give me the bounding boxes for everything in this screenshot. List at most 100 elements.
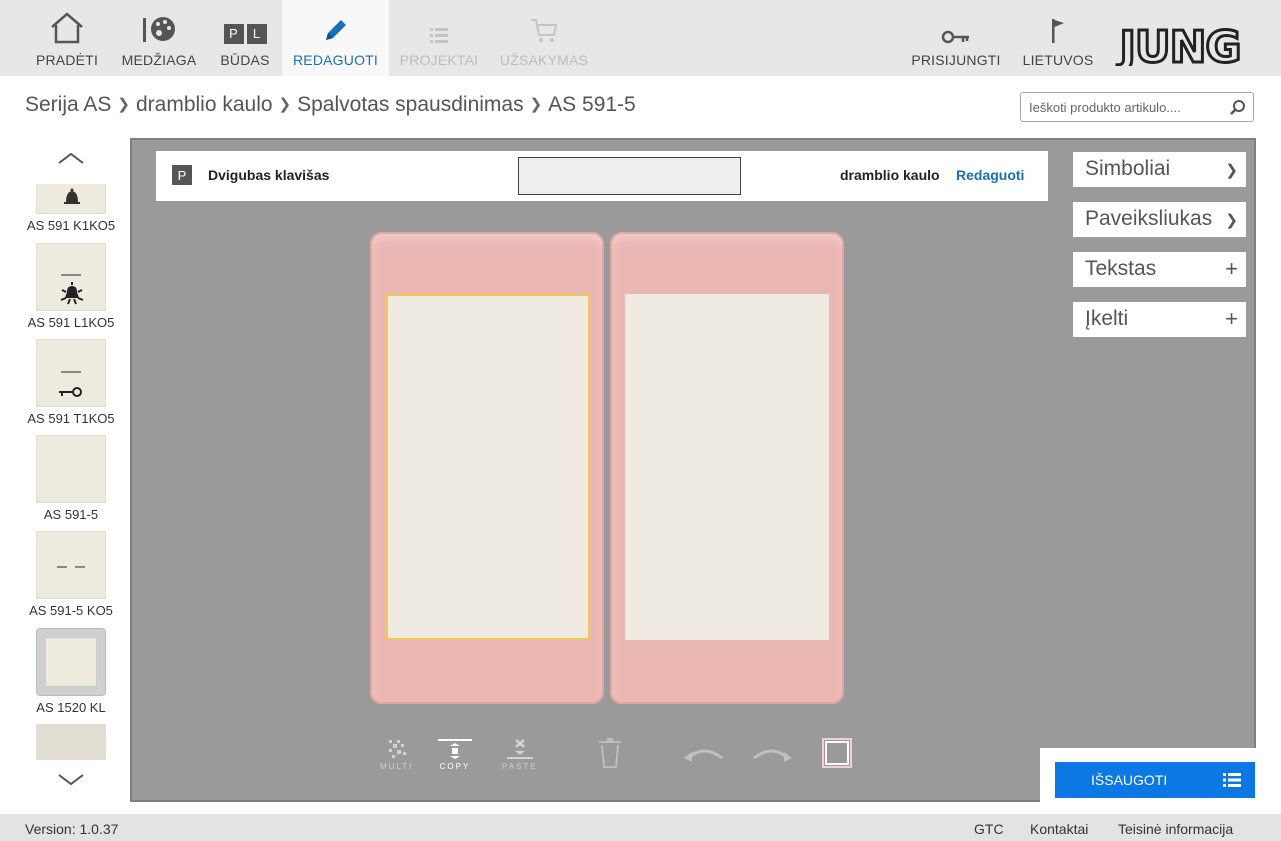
chevron-right-icon: ❯ bbox=[1225, 212, 1238, 229]
save-label: IŠSAUGOTI bbox=[1091, 772, 1168, 788]
footer-link-legal[interactable]: Teisinė informacija bbox=[1118, 821, 1233, 837]
print-field-left-selected[interactable] bbox=[386, 294, 590, 640]
tool-label: MULTI bbox=[380, 762, 414, 771]
panel-label: Tekstas bbox=[1085, 257, 1157, 280]
multi-tool-button[interactable]: MULTI bbox=[380, 738, 413, 771]
panel-label: Įkelti bbox=[1085, 307, 1129, 330]
redo-button[interactable] bbox=[750, 744, 794, 764]
bell-icon bbox=[64, 188, 80, 204]
search-icon[interactable] bbox=[1229, 99, 1247, 117]
product-item[interactable]: AS 591-5 KO5 bbox=[15, 531, 127, 618]
breadcrumb: Serija AS ❯ dramblio kaulo ❯ Spalvotas spaus… bbox=[25, 93, 636, 117]
nav-label: MEDŽIAGA bbox=[121, 52, 197, 68]
nav-label: REDAGUOTI bbox=[292, 52, 379, 68]
breadcrumb-separator: ❯ bbox=[278, 96, 292, 113]
search-input[interactable] bbox=[1021, 93, 1221, 121]
multi-icon bbox=[388, 740, 406, 758]
paste-icon bbox=[506, 739, 533, 759]
footer-link-contacts[interactable]: Kontaktai bbox=[1030, 821, 1088, 837]
scroll-down-button[interactable] bbox=[15, 762, 127, 798]
footer-link-gtc[interactable]: GTC bbox=[974, 821, 1004, 837]
logo-text: JUNG bbox=[1116, 26, 1240, 66]
product-thumbnail bbox=[36, 724, 106, 760]
nav-label: BŪDAS bbox=[220, 52, 270, 68]
nav-label: PRISIJUNGTI bbox=[911, 52, 1001, 68]
flag-icon bbox=[1052, 19, 1064, 43]
save-area: IŠSAUGOTI bbox=[1040, 748, 1256, 802]
nav-item-method[interactable]: P L BŪDAS bbox=[210, 0, 280, 76]
edit-color-link[interactable]: Redaguoti bbox=[956, 167, 1024, 183]
copy-icon bbox=[438, 739, 472, 759]
breadcrumb-item[interactable]: dramblio kaulo bbox=[136, 93, 273, 116]
product-name: AS 1520 KL bbox=[36, 700, 106, 715]
breadcrumb-item[interactable]: Serija AS bbox=[25, 93, 111, 116]
nav-label: PROJEKTAI bbox=[399, 52, 479, 68]
product-name: AS 591-5 bbox=[43, 507, 99, 522]
chevron-right-icon: ❯ bbox=[1225, 162, 1238, 179]
panel-text[interactable]: Tekstas + bbox=[1073, 252, 1246, 287]
copy-tool-button[interactable]: COPY bbox=[438, 738, 472, 771]
panel-label: Paveiksliukas bbox=[1085, 207, 1213, 230]
footer: Version: 1.0.37 GTC Kontaktai Teisinė in… bbox=[0, 814, 1281, 841]
delete-button[interactable] bbox=[598, 738, 622, 768]
product-item[interactable]: AS 1520 KL bbox=[15, 628, 127, 715]
product-item[interactable] bbox=[15, 724, 127, 760]
paste-tool-button[interactable]: PASTE bbox=[502, 738, 538, 771]
editor-workspace: P Dvigubas klavišas dramblio kaulo Redag… bbox=[130, 138, 1256, 802]
rocker-right[interactable] bbox=[610, 232, 844, 704]
product-item[interactable]: AS 591 T1KO5 bbox=[15, 339, 127, 426]
undo-icon bbox=[684, 749, 723, 762]
frame-toggle-button[interactable] bbox=[822, 738, 852, 768]
product-item[interactable]: AS 591 L1KO5 bbox=[15, 243, 127, 330]
product-thumbnail bbox=[36, 243, 106, 311]
panel-symbols[interactable]: Simboliai ❯ bbox=[1073, 152, 1246, 187]
nav-item-projects: PROJEKTAI bbox=[392, 0, 486, 76]
nav-item-language[interactable]: LIETUVOS bbox=[1018, 0, 1098, 76]
product-thumbnail bbox=[36, 184, 106, 214]
product-thumbnail bbox=[36, 435, 106, 503]
pl-icon: P L bbox=[223, 0, 267, 46]
nav-item-start[interactable]: PRADĖTI bbox=[27, 0, 107, 76]
undo-button[interactable] bbox=[682, 744, 726, 764]
trash-icon bbox=[599, 738, 621, 768]
nav-item-login[interactable]: PRISIJUNGTI bbox=[908, 0, 1004, 76]
product-info-bar: P Dvigubas klavišas dramblio kaulo Redag… bbox=[156, 151, 1048, 201]
product-search bbox=[1020, 92, 1254, 122]
print-field-right[interactable] bbox=[625, 294, 829, 640]
chevron-up-icon bbox=[58, 152, 84, 164]
panel-label: Simboliai bbox=[1085, 157, 1171, 180]
breadcrumb-current: AS 591-5 bbox=[548, 93, 636, 116]
product-name: AS 591 L1KO5 bbox=[27, 315, 115, 330]
breadcrumb-separator: ❯ bbox=[117, 96, 130, 113]
product-name: AS 591 K1KO5 bbox=[26, 218, 116, 233]
plus-icon: + bbox=[1225, 256, 1238, 281]
product-item[interactable]: AS 591-5 bbox=[15, 435, 127, 522]
label-preview-box bbox=[518, 157, 741, 195]
frame-icon bbox=[822, 738, 852, 768]
breadcrumb-separator: ❯ bbox=[529, 96, 543, 113]
product-item[interactable]: AS 591 K1KO5 bbox=[15, 184, 127, 233]
print-badge: P bbox=[172, 165, 192, 185]
list-icon bbox=[1223, 773, 1241, 787]
lamp-icon bbox=[60, 282, 84, 305]
product-thumbnail bbox=[36, 628, 106, 696]
panel-image[interactable]: Paveiksliukas ❯ bbox=[1073, 202, 1246, 237]
home-icon bbox=[51, 12, 83, 44]
product-list: AS 591 K1KO5 AS 591 L1KO5 AS 591 T1KO5 A… bbox=[15, 140, 127, 800]
key-icon bbox=[941, 30, 969, 44]
breadcrumb-item[interactable]: Spalvotas spausdinimas bbox=[297, 93, 523, 116]
nav-label: LIETUVOS bbox=[1022, 52, 1094, 68]
list-icon bbox=[430, 28, 448, 43]
redo-icon bbox=[753, 749, 792, 762]
rocker-left[interactable] bbox=[370, 232, 604, 704]
product-name: AS 591-5 KO5 bbox=[29, 603, 113, 618]
key-icon bbox=[59, 387, 82, 397]
cart-icon bbox=[531, 19, 558, 42]
chevron-down-icon bbox=[58, 774, 84, 786]
scroll-up-button[interactable] bbox=[15, 140, 127, 176]
nav-item-edit[interactable]: REDAGUOTI bbox=[282, 0, 389, 76]
nav-item-material[interactable]: MEDŽIAGA bbox=[115, 0, 203, 76]
nav-label: UŽSAKYMAS bbox=[499, 52, 589, 68]
panel-upload[interactable]: Įkelti + bbox=[1073, 302, 1246, 337]
save-button[interactable]: IŠSAUGOTI bbox=[1055, 762, 1255, 798]
